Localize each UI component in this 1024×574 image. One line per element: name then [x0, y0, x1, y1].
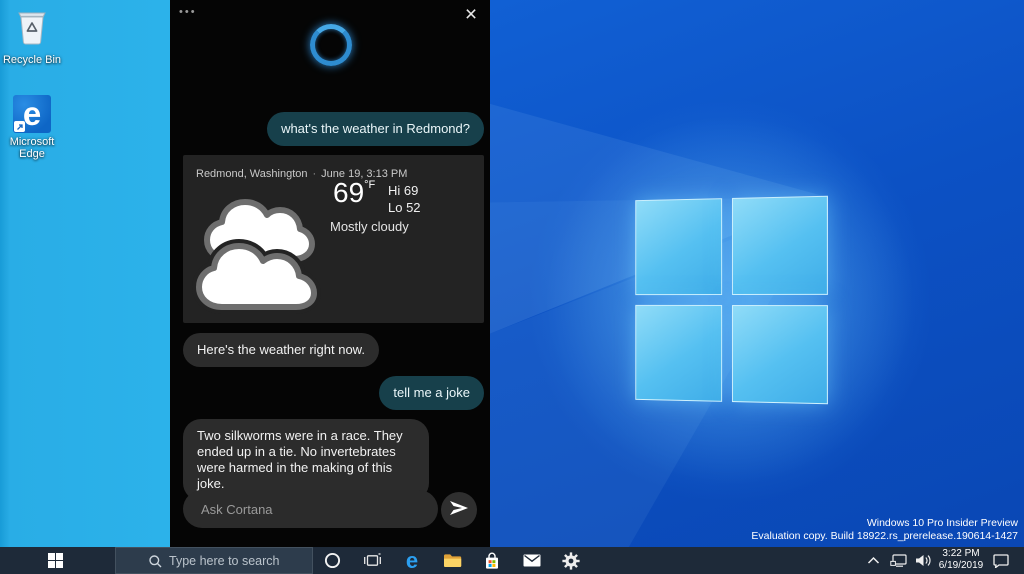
- taskbar-cortana-button[interactable]: [318, 547, 346, 574]
- close-icon[interactable]: ×: [460, 3, 482, 27]
- weather-lo: Lo 52: [388, 200, 421, 215]
- task-view-icon: [363, 553, 381, 566]
- gear-icon: [562, 551, 580, 570]
- weather-hi: Hi 69: [388, 183, 419, 198]
- tray-clock[interactable]: 3:22 PM 6/19/2019: [934, 548, 988, 573]
- tray-action-center-button[interactable]: [988, 547, 1014, 574]
- speaker-icon: [916, 555, 931, 566]
- evaluation-watermark: Windows 10 Pro Insider Preview Evaluatio…: [751, 517, 1018, 543]
- desktop-icon-label: Recycle Bin: [2, 54, 62, 66]
- cloudy-weather-icon: [189, 189, 339, 319]
- cortana-input-row: [183, 490, 477, 528]
- file-explorer-icon: [443, 554, 461, 567]
- windows-logo: [635, 195, 829, 405]
- cortana-icon: [324, 552, 340, 569]
- tray-chevron-button[interactable]: [862, 547, 884, 574]
- tray-time: 3:22 PM: [942, 548, 980, 559]
- taskbar-edge-button[interactable]: e: [398, 547, 426, 574]
- store-icon: [486, 552, 498, 569]
- taskbar-store-button[interactable]: [478, 547, 506, 574]
- mail-icon: [523, 554, 541, 567]
- windows-desktop: Recycle Bin e Microsoft Edge ••• × what'…: [0, 0, 1024, 574]
- weather-location: Redmond, Washington: [196, 168, 308, 180]
- more-menu-icon[interactable]: •••: [179, 6, 197, 18]
- network-icon: [889, 554, 907, 567]
- chat-message-user: what's the weather in Redmond?: [267, 112, 484, 146]
- send-icon: [449, 500, 469, 521]
- edge-icon: e: [405, 547, 419, 573]
- chat-message-user: tell me a joke: [379, 376, 484, 410]
- tray-date: 6/19/2019: [938, 560, 984, 571]
- cortana-panel: ••• × what's the weather in Redmond? Red…: [170, 0, 490, 547]
- search-input[interactable]: [116, 548, 312, 573]
- taskbar: e: [0, 547, 1024, 574]
- desktop-icon-label: Microsoft Edge: [9, 136, 55, 160]
- watermark-line1: Windows 10 Pro Insider Preview: [866, 517, 1018, 529]
- watermark-line2: Evaluation copy. Build 18922.rs_prerelea…: [751, 530, 1018, 542]
- weather-unit: °F: [364, 179, 376, 191]
- ask-cortana-input[interactable]: [183, 490, 438, 528]
- chevron-up-icon: [867, 556, 879, 564]
- action-center-icon: [993, 553, 1009, 568]
- weather-separator: ·: [312, 168, 317, 180]
- tray-volume-button[interactable]: [911, 547, 935, 574]
- start-icon: [47, 553, 63, 568]
- start-button[interactable]: [38, 547, 72, 574]
- taskbar-task-view-button[interactable]: [358, 547, 386, 574]
- taskbar-file-explorer-button[interactable]: [438, 547, 466, 574]
- cortana-logo-icon: [310, 24, 352, 66]
- tray-network-button[interactable]: [886, 547, 910, 574]
- weather-condition: Mostly cloudy: [330, 219, 409, 234]
- taskbar-settings-button[interactable]: [557, 547, 585, 574]
- weather-temp: 69: [333, 177, 365, 208]
- chat-message-bot: Two silkworms were in a race. They ended…: [183, 419, 429, 501]
- shortcut-arrow-icon: [14, 121, 25, 132]
- desktop-wallpaper: Windows 10 Pro Insider Preview Evaluatio…: [490, 0, 1024, 547]
- taskbar-search[interactable]: [115, 547, 313, 574]
- send-button[interactable]: [441, 492, 477, 528]
- desktop-icon-recycle-bin[interactable]: Recycle Bin: [0, 6, 64, 66]
- ask-cortana-field[interactable]: [183, 490, 438, 528]
- chat-message-bot: Here's the weather right now.: [183, 333, 379, 367]
- desktop-left-area: Recycle Bin e Microsoft Edge: [0, 0, 170, 547]
- search-icon: [149, 555, 162, 568]
- taskbar-mail-button[interactable]: [518, 547, 546, 574]
- recycle-bin-icon: [14, 12, 50, 50]
- weather-card: Redmond, Washington · June 19, 3:13 PM 69°…: [183, 155, 484, 323]
- edge-icon: e: [13, 95, 51, 133]
- desktop-icon-microsoft-edge[interactable]: e Microsoft Edge: [0, 95, 64, 160]
